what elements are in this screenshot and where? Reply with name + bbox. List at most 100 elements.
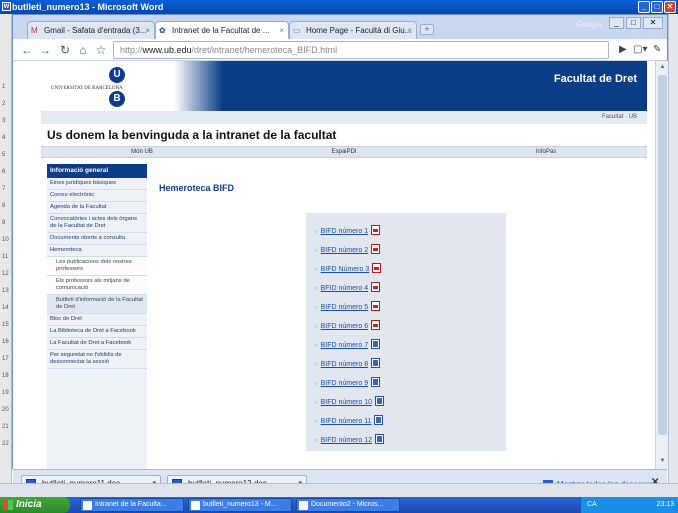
reload-icon[interactable]: ↻: [57, 42, 73, 58]
close-icon[interactable]: ✕: [643, 17, 663, 29]
bifd-link[interactable]: BIFD número 1: [321, 228, 368, 235]
sidebar-item[interactable]: La Facultat de Dret a Facebook: [47, 338, 147, 350]
back-icon[interactable]: ←: [19, 42, 35, 58]
bifd-link[interactable]: BIFD número 6: [321, 323, 368, 330]
sidebar-item[interactable]: La Biblioteca de Dret a Facebook: [47, 326, 147, 338]
list-item: ○ BIFD número 12: [314, 434, 384, 448]
language-indicator[interactable]: CA: [587, 501, 597, 508]
nav-espai-pdi[interactable]: EspaiPDI: [243, 147, 445, 157]
wrench-icon[interactable]: ✎: [653, 42, 661, 58]
sidebar-item[interactable]: Agenda de la Facultat: [47, 202, 147, 214]
bifd-link[interactable]: BFID número 4: [321, 285, 368, 292]
play-icon[interactable]: ▶: [619, 42, 627, 58]
content-title: Hemeroteca BIFD: [159, 183, 235, 193]
maximize-icon[interactable]: □: [626, 17, 641, 29]
sidebar-item[interactable]: Eines jurídiques bàsiques: [47, 178, 147, 190]
start-button[interactable]: Inicia: [0, 497, 70, 513]
bifd-link[interactable]: BIFD número 12: [321, 437, 372, 444]
ruler-tick: 15: [2, 322, 9, 328]
ruler-tick: 22: [2, 441, 9, 447]
clock: 23:13: [656, 501, 674, 508]
home-icon[interactable]: ⌂: [75, 42, 91, 58]
word-doc-icon[interactable]: [374, 415, 384, 425]
bifd-link[interactable]: BIFD número 9: [321, 380, 368, 387]
bullet-icon: ○: [314, 419, 318, 425]
system-tray: CA 23:13: [580, 497, 678, 513]
page-viewport: U UNIVERSITAT DE BARCELONA B Facultat de…: [13, 61, 655, 469]
start-label: Inicia: [16, 499, 42, 510]
taskbar-item-chrome[interactable]: Intranet de la Faculta...: [80, 498, 184, 512]
bifd-link[interactable]: BIFD número 8: [321, 361, 368, 368]
ruler-tick: 21: [2, 424, 9, 430]
tab-intranet[interactable]: ✿ Intranet de la Facultat de ... ×: [155, 21, 289, 39]
tab-home-page[interactable]: ▭ Home Page - Facultà di Giu... ×: [289, 21, 417, 39]
sidebar-item[interactable]: Documents oberts a consulta: [47, 233, 147, 245]
bifd-link[interactable]: BIFD número 11: [321, 418, 372, 425]
word-doc-icon[interactable]: [371, 377, 381, 387]
new-tab-button[interactable]: +: [420, 24, 434, 35]
top-nav: Món UB EspaiPDI InfoPas: [41, 146, 647, 158]
sidebar-item[interactable]: Butlletí d'informació de la Facultat de …: [47, 295, 147, 314]
forward-icon[interactable]: →: [37, 42, 53, 58]
word-doc-icon[interactable]: [374, 434, 384, 444]
ruler-tick: 7: [2, 186, 6, 192]
breadcrumb[interactable]: Facultat · UB: [41, 111, 647, 124]
bifd-link[interactable]: BIFD Número 3: [321, 266, 370, 273]
sidebar-item[interactable]: Hemeroteca: [47, 245, 147, 257]
close-icon[interactable]: ×: [407, 22, 412, 39]
word-doc-icon[interactable]: [371, 358, 381, 368]
taskbar-item-word-documento2[interactable]: Documento2 - Micros...: [296, 498, 400, 512]
close-icon[interactable]: ×: [145, 22, 150, 39]
sidebar-item[interactable]: Correu electrònic: [47, 190, 147, 202]
list-item: ○ BIFD número 7: [314, 339, 381, 353]
taskbar-item-word-butlleti[interactable]: butlleti_numero13 - M...: [188, 498, 292, 512]
page-menu-icon[interactable]: ▢▾: [633, 42, 647, 58]
bookmark-star-icon[interactable]: ☆: [93, 42, 109, 58]
word-doc-icon[interactable]: [374, 396, 384, 406]
university-name: UNIVERSITAT DE BARCELONA: [51, 86, 123, 91]
browser-toolbar: ← → ↻ ⌂ ☆ http://www.ub.edu/dret/intrane…: [13, 39, 667, 61]
maximize-icon[interactable]: □: [651, 1, 663, 13]
word-vertical-scrollbar[interactable]: [668, 14, 678, 497]
close-icon[interactable]: ✕: [664, 1, 676, 13]
pdf-icon[interactable]: [372, 263, 382, 273]
page-scrollbar[interactable]: ▲ ▼: [655, 61, 668, 470]
minimize-icon[interactable]: _: [609, 17, 624, 29]
user-label: Google: [576, 20, 602, 29]
bifd-link[interactable]: BIFD número 2: [321, 247, 368, 254]
scroll-thumb[interactable]: [658, 75, 667, 435]
minimize-icon[interactable]: _: [638, 1, 650, 13]
sidebar-item[interactable]: Per seguretat no t'oblidis de desconnect…: [47, 350, 147, 369]
pdf-icon[interactable]: [371, 301, 381, 311]
bifd-link[interactable]: BIFD número 10: [321, 399, 372, 406]
faculty-title[interactable]: Facultat de Dret: [554, 73, 637, 85]
ruler-tick: 8: [2, 203, 6, 209]
url-prefix: http://: [120, 45, 143, 55]
sidebar-heading[interactable]: Informació general: [47, 164, 147, 178]
pdf-icon[interactable]: [371, 225, 381, 235]
close-icon[interactable]: ×: [279, 22, 284, 39]
sidebar-item[interactable]: Bloc de Dret: [47, 314, 147, 326]
nav-mon-ub[interactable]: Món UB: [41, 147, 243, 157]
bifd-link[interactable]: BIFD número 5: [321, 304, 368, 311]
pdf-icon[interactable]: [371, 320, 381, 330]
list-item: ○ BIFD número 10: [314, 396, 384, 410]
word-doc-icon[interactable]: [371, 339, 381, 349]
logo-letter-u: U: [109, 67, 125, 83]
pdf-icon[interactable]: [371, 244, 381, 254]
nav-infopas[interactable]: InfoPas: [445, 147, 647, 157]
tab-gmail[interactable]: M Gmail - Safata d'entrada (3... ×: [27, 21, 155, 39]
sidebar-item[interactable]: Les publicacions dels nostres professors: [47, 257, 147, 276]
sidebar-item[interactable]: Convocatòries i actes dels òrgans de la …: [47, 214, 147, 233]
ub-favicon: ✿: [159, 26, 166, 35]
intranet-page: U UNIVERSITAT DE BARCELONA B Facultat de…: [41, 61, 647, 469]
scroll-down-icon[interactable]: ▼: [658, 457, 667, 466]
bifd-link[interactable]: BIFD número 7: [321, 342, 368, 349]
ruler-tick: 5: [2, 152, 6, 158]
pdf-icon[interactable]: [371, 282, 381, 292]
tab-label: Home Page - Facultà di Giu...: [306, 26, 412, 35]
address-bar[interactable]: http://www.ub.edu/dret/intranet/hemerote…: [113, 41, 609, 59]
scroll-up-icon[interactable]: ▲: [658, 63, 667, 72]
sidebar-item[interactable]: Els professors als mitjans de comunicaci…: [47, 276, 147, 295]
logo-letter-b: B: [109, 91, 125, 107]
